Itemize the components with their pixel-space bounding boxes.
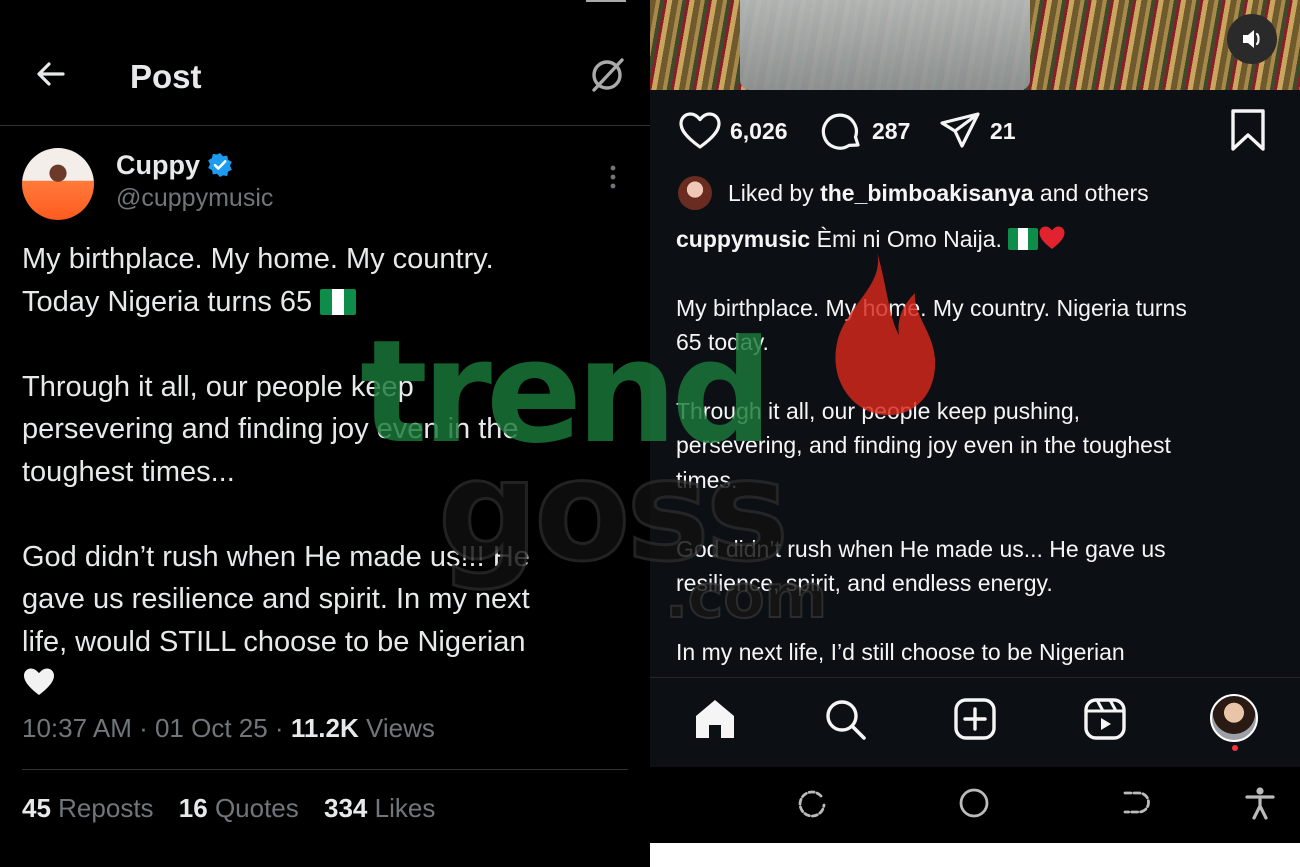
author-display-name[interactable]: Cuppy [116, 150, 200, 181]
verified-badge-icon [208, 153, 232, 177]
action-bar: 6,026 287 21 [678, 108, 1278, 154]
instagram-panel: 6,026 287 21 Liked by the_bimboakisanya … [650, 0, 1300, 867]
post-header: Post [0, 40, 650, 126]
caption-paragraph-1: My birthplace. My home. My country. Nige… [676, 294, 1187, 356]
quotes-stat[interactable]: 16 Quotes [179, 793, 299, 823]
likes-count: 334 [324, 793, 368, 823]
liked-by-suffix: and others [1039, 179, 1149, 206]
notification-dot [1232, 745, 1238, 751]
caption-username[interactable]: cuppymusic [676, 226, 810, 252]
volume-button[interactable] [1227, 14, 1277, 64]
likes-count: 6,026 [730, 117, 788, 144]
quotes-count: 16 [178, 793, 208, 823]
nigeria-flag-icon [1008, 228, 1039, 250]
views-label: Views [366, 713, 435, 743]
share-action[interactable]: 21 [938, 108, 1016, 154]
caption-paragraph-4: In my next life, I’d still choose to be … [676, 638, 1125, 665]
divider [22, 769, 628, 770]
accessibility-icon[interactable] [1242, 785, 1278, 821]
nigeria-flag-icon [320, 288, 357, 315]
reels-icon[interactable] [1082, 696, 1128, 742]
home-circle-icon[interactable] [956, 785, 992, 821]
heart-icon[interactable] [678, 109, 722, 153]
create-icon[interactable] [952, 696, 998, 742]
views-count: 11.2K [290, 713, 359, 743]
liked-by-user[interactable]: the_bimboakisanya [820, 180, 1033, 207]
comment-icon[interactable] [820, 109, 864, 153]
post-details: 6,026 287 21 Liked by the_bimboakisanya … [650, 90, 1300, 677]
likes-stat[interactable]: 334 Likes [324, 793, 435, 823]
arrow-left-icon[interactable] [33, 56, 69, 92]
status-bar [0, 0, 650, 12]
tweet-paragraph-2: Through it all, our people keep persever… [22, 370, 519, 488]
author-handle[interactable]: @cuppymusic [116, 184, 273, 213]
tweet-date: 01 Oct 25 [154, 713, 268, 743]
bookmark-icon[interactable] [1228, 108, 1268, 152]
tweet-text: My birthplace. My home. My country. Toda… [22, 238, 632, 706]
liker-avatar [678, 176, 712, 210]
recents-icon[interactable] [794, 785, 830, 821]
caption-headline: Èmi ni Omo Naija. [816, 226, 1002, 252]
profile-avatar[interactable] [1210, 694, 1258, 742]
home-icon[interactable] [692, 696, 738, 742]
quotes-label: Quotes [214, 793, 299, 823]
tweet-line-2: Today Nigeria turns 65 [22, 285, 313, 318]
caption-paragraph-3: God didn’t rush when He made us... He ga… [676, 535, 1166, 597]
search-icon[interactable] [822, 696, 868, 742]
post-media[interactable] [650, 0, 1300, 90]
back-icon[interactable] [1118, 785, 1154, 821]
tweet-metadata: 10:37 AM · 01 Oct 25 · 11.2K Views [22, 713, 435, 743]
reposts-label: Reposts [58, 793, 154, 823]
speaker-icon [1243, 30, 1260, 48]
comment-action[interactable]: 287 [820, 108, 910, 154]
grok-icon[interactable] [586, 54, 628, 96]
tweet-time: 10:37 AM [22, 713, 132, 743]
engagement-stats: 45 Reposts 16 Quotes 334 Likes [22, 793, 435, 824]
page-title: Post [130, 58, 202, 95]
likes-label: Likes [374, 793, 436, 823]
shares-count: 21 [990, 117, 1016, 144]
author-avatar[interactable] [22, 148, 94, 220]
media-image [740, 0, 1030, 90]
send-icon[interactable] [938, 109, 982, 153]
comments-count: 287 [872, 117, 911, 144]
bottom-edge [650, 843, 1300, 867]
like-action[interactable]: 6,026 [678, 108, 788, 154]
reposts-count: 45 [22, 793, 51, 823]
bottom-navigation [650, 677, 1300, 767]
caption-paragraph-2: Through it all, our people keep pushing,… [676, 398, 1171, 493]
red-heart-icon [1039, 226, 1065, 249]
battery-icon [586, 0, 626, 2]
post-caption: cuppymusic Èmi ni Omo Naija. My birthpla… [676, 222, 1276, 669]
tweet-line-1: My birthplace. My home. My country. [22, 243, 494, 275]
liked-by[interactable]: Liked by the_bimboakisanya and others [678, 176, 1149, 210]
liked-by-prefix: Liked by [728, 179, 814, 206]
twitter-panel: Post Cuppy @cuppymusic My birthplace. My… [0, 0, 650, 867]
white-heart-icon [24, 668, 54, 695]
reposts-stat[interactable]: 45 Reposts [22, 793, 154, 823]
system-navigation-bar [650, 767, 1300, 843]
more-vertical-icon[interactable] [609, 164, 617, 190]
tweet-paragraph-3: God didn’t rush when He made us!!! He ga… [22, 540, 530, 658]
